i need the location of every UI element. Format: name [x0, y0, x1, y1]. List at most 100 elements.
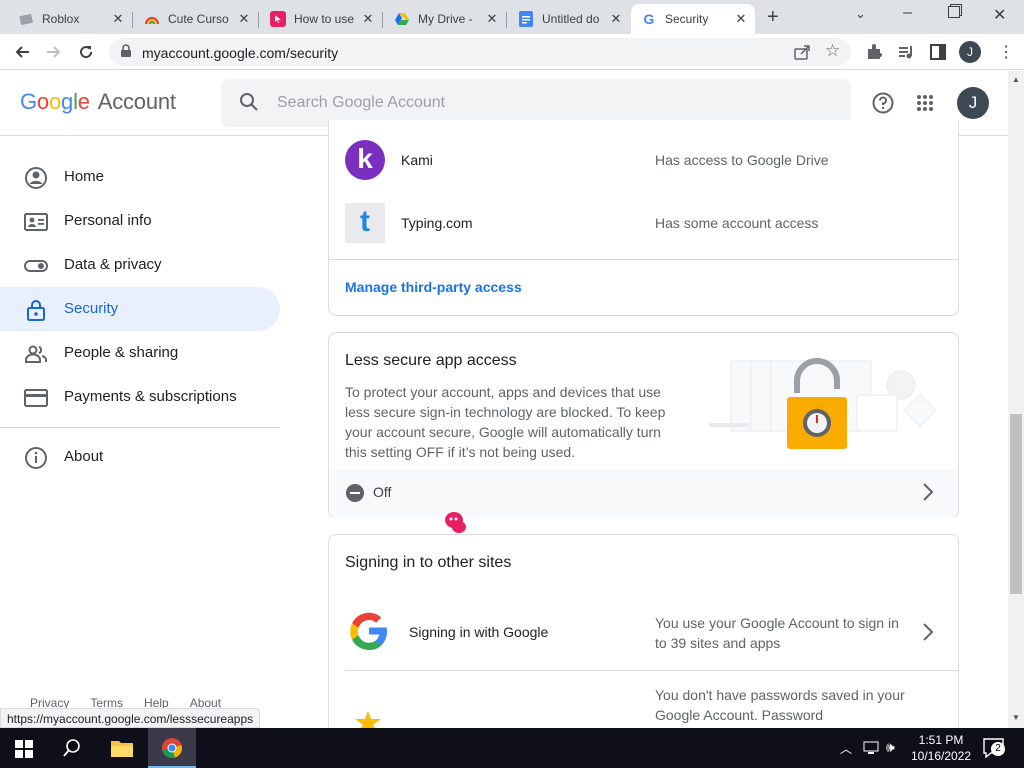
side-panel-icon[interactable] — [928, 42, 948, 62]
sidebar-item-home[interactable]: Home — [0, 155, 280, 199]
tab-how-to-use[interactable]: How to use ✕ — [260, 4, 383, 34]
share-icon[interactable] — [793, 43, 811, 66]
minimize-icon[interactable]: – — [903, 4, 912, 22]
sidebar-item-label: Home — [64, 168, 105, 185]
roblox-favicon-icon — [18, 11, 34, 27]
notifications-icon[interactable]: 2 — [983, 738, 1005, 763]
tab-separator — [132, 12, 133, 28]
tab-title: My Drive - — [418, 12, 473, 26]
sidebar-item-label: Data & privacy — [64, 256, 162, 273]
tab-strip: Roblox ✕ Cute Curso ✕ How to use ✕ My Dr… — [0, 0, 1024, 34]
sidebar-item-label: About — [64, 448, 104, 465]
file-explorer-icon[interactable] — [110, 738, 134, 763]
sidebar-item-label: Payments & subscriptions — [64, 388, 237, 405]
windows-start-icon[interactable] — [15, 740, 33, 763]
unlocked-padlock-illustration — [709, 355, 939, 460]
tab-my-drive[interactable]: My Drive - ✕ — [384, 4, 507, 34]
lock-icon[interactable] — [120, 44, 132, 63]
close-tab-icon[interactable]: ✕ — [608, 11, 624, 27]
address-bar[interactable]: myaccount.google.com/security ☆ — [109, 38, 851, 66]
chrome-menu-icon[interactable]: ⋮ — [998, 42, 1014, 62]
other-sites-title: Signing in to other sites — [345, 554, 512, 571]
typing-icon-letter: t — [360, 205, 370, 238]
app-name-kami: Kami — [401, 152, 433, 168]
taskbar-clock[interactable]: 1:51 PM 10/16/2022 — [908, 732, 974, 764]
account-avatar[interactable]: J — [957, 87, 989, 119]
google-g-icon — [347, 609, 391, 658]
other-sites-card: Signing in to other sites Signing in wit… — [328, 534, 959, 729]
app-access-kami: Has access to Google Drive — [655, 152, 829, 168]
clock-date: 10/16/2022 — [910, 749, 972, 763]
chrome-icon — [161, 737, 183, 764]
app-name-typing: Typing.com — [401, 215, 473, 231]
tab-title: Untitled do — [542, 12, 600, 26]
volume-icon[interactable]: 🕪 — [886, 739, 895, 756]
logo-letter: g — [61, 89, 74, 114]
card-divider — [329, 259, 958, 260]
close-tab-icon[interactable]: ✕ — [484, 11, 500, 27]
kami-icon-letter: k — [357, 143, 373, 174]
back-icon[interactable] — [12, 42, 32, 62]
notification-count: 2 — [991, 742, 1005, 756]
reload-icon[interactable] — [76, 42, 96, 62]
sidebar-item-payments[interactable]: Payments & subscriptions — [0, 375, 280, 419]
close-tab-icon[interactable]: ✕ — [236, 11, 252, 27]
search-input[interactable]: Search Google Account — [277, 94, 445, 112]
sidebar-item-security[interactable]: Security — [0, 287, 280, 331]
tab-search-icon[interactable]: ⌄ — [855, 6, 866, 22]
close-tab-icon[interactable]: ✕ — [733, 11, 749, 27]
scroll-down-icon[interactable]: ▼ — [1012, 713, 1020, 722]
bookmark-star-icon[interactable]: ☆ — [825, 41, 840, 61]
browser-toolbar: myaccount.google.com/security ☆ J ⋮ — [0, 34, 1024, 70]
tab-security[interactable]: G Security ✕ — [631, 4, 755, 34]
logo-letter: o — [36, 89, 49, 114]
tab-title: Cute Curso — [168, 12, 229, 26]
chevron-right-icon — [922, 482, 934, 507]
close-window-icon[interactable]: ✕ — [993, 5, 1006, 25]
taskbar-search-icon[interactable] — [63, 739, 81, 762]
forward-icon[interactable] — [44, 42, 64, 62]
password-manager-row[interactable]: You don't have passwords saved in your G… — [329, 671, 958, 729]
chevron-right-icon — [922, 622, 934, 647]
tab-roblox[interactable]: Roblox ✕ — [8, 4, 133, 34]
help-icon[interactable] — [872, 92, 894, 119]
manage-third-party-link[interactable]: Manage third-party access — [345, 279, 522, 295]
sidebar-item-people-sharing[interactable]: People & sharing — [0, 331, 280, 375]
sidebar-item-about[interactable]: About — [0, 435, 280, 479]
apps-grid-icon[interactable] — [916, 94, 934, 117]
sidebar-item-personal-info[interactable]: Personal info — [0, 199, 280, 243]
close-tab-icon[interactable]: ✕ — [110, 11, 126, 27]
toggle-icon — [24, 254, 48, 278]
network-icon[interactable] — [863, 740, 881, 761]
search-icon[interactable] — [239, 92, 259, 117]
new-tab-icon[interactable]: + — [767, 6, 779, 29]
tab-title: Roblox — [42, 12, 80, 26]
restore-icon[interactable] — [948, 6, 960, 18]
app-access-typing: Has some account access — [655, 215, 819, 231]
logo-account: Account — [97, 89, 176, 114]
less-secure-description: To protect your account, apps and device… — [345, 384, 666, 460]
tray-expand-icon[interactable]: ︿ — [840, 740, 852, 757]
tab-separator — [506, 12, 507, 28]
signing-in-with-google-row[interactable]: Signing in with Google You use your Goog… — [329, 597, 958, 670]
taskbar-chrome[interactable] — [148, 728, 196, 768]
google-account-logo[interactable]: Google Account — [20, 89, 176, 115]
profile-avatar[interactable]: J — [959, 41, 981, 63]
page-scrollbar[interactable]: ▲ ▼ — [1008, 71, 1024, 728]
media-queue-icon[interactable] — [896, 42, 916, 62]
less-secure-status: Off — [373, 484, 392, 500]
less-secure-status-row[interactable]: Off — [329, 469, 958, 518]
sidebar-item-data-privacy[interactable]: Data & privacy — [0, 243, 280, 287]
scrollbar-thumb[interactable] — [1010, 414, 1022, 594]
signing-in-with-google-label: Signing in with Google — [409, 624, 549, 640]
tab-cute-cursors[interactable]: Cute Curso ✕ — [134, 4, 259, 34]
info-icon — [24, 446, 48, 470]
third-party-access-card: k Kami Has access to Google Drive t Typi… — [328, 120, 959, 316]
logo-letter: G — [20, 89, 37, 114]
tab-untitled-doc[interactable]: Untitled do ✕ — [508, 4, 630, 34]
scroll-up-icon[interactable]: ▲ — [1012, 75, 1020, 84]
link-status-bar: https://myaccount.google.com/lesssecurea… — [0, 708, 261, 728]
close-tab-icon[interactable]: ✕ — [360, 11, 376, 27]
tab-title: Security — [665, 12, 709, 26]
extensions-icon[interactable] — [864, 42, 884, 62]
